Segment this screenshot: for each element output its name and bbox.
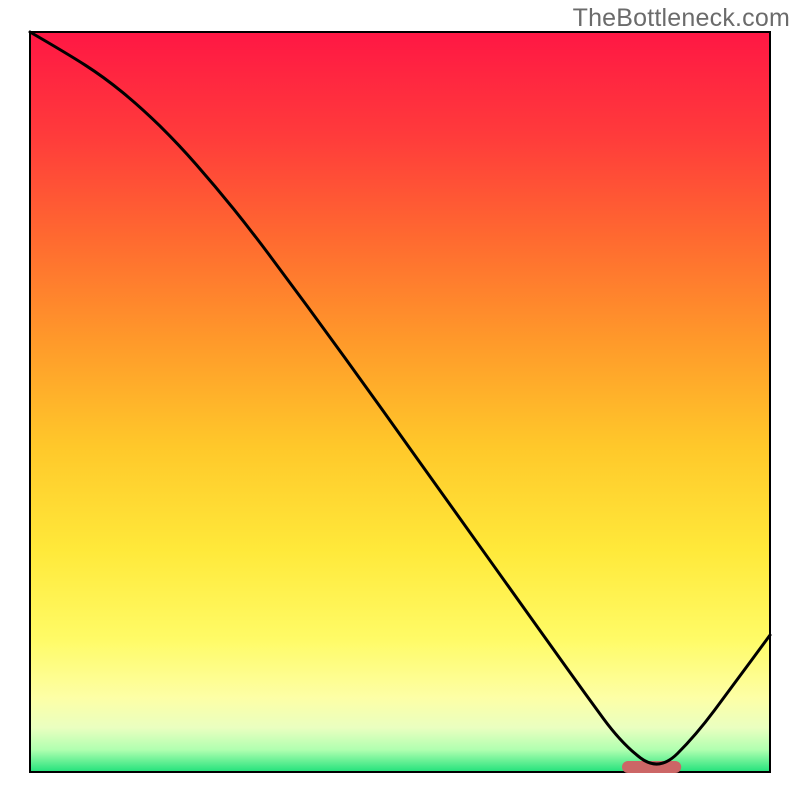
chart-container: TheBottleneck.com (0, 0, 800, 800)
chart-svg (0, 0, 800, 800)
plot-area (30, 32, 770, 773)
plot-bg (30, 32, 770, 772)
watermark-text: TheBottleneck.com (573, 4, 790, 33)
